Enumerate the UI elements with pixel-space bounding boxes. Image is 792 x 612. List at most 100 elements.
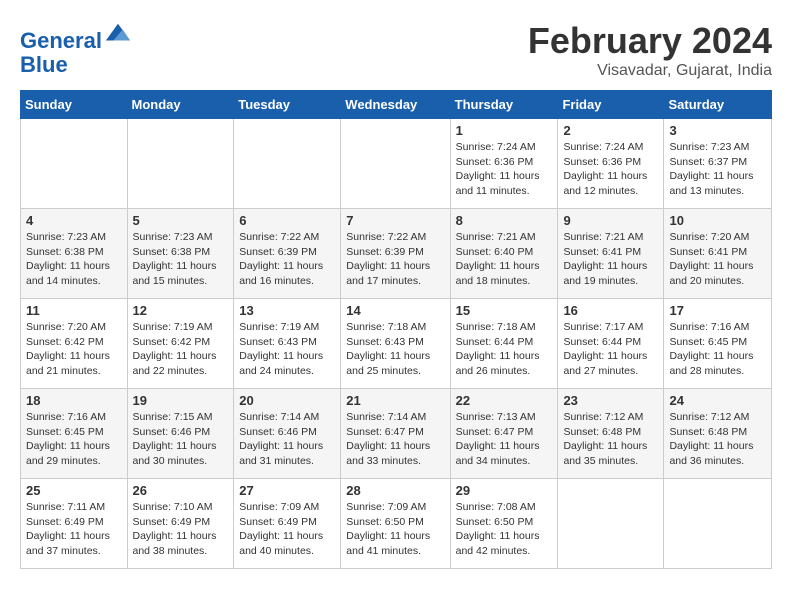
calendar-cell bbox=[664, 479, 772, 569]
calendar-cell: 15 Sunrise: 7:18 AMSunset: 6:44 PMDayligh… bbox=[450, 299, 558, 389]
day-number: 24 bbox=[669, 393, 766, 408]
day-number: 20 bbox=[239, 393, 335, 408]
day-number: 19 bbox=[133, 393, 229, 408]
calendar-week-4: 18Sunrise: 7:16 AMSunset: 6:45 PMDayligh… bbox=[21, 389, 772, 479]
day-info: Sunrise: 7:09 AMSunset: 6:49 PMDaylight:… bbox=[239, 500, 335, 559]
day-number: 25 bbox=[26, 483, 122, 498]
calendar-cell: 28 Sunrise: 7:09 AMSunset: 6:50 PMDayligh… bbox=[341, 479, 450, 569]
calendar-cell bbox=[21, 119, 128, 209]
header-saturday: Saturday bbox=[664, 91, 772, 119]
calendar-cell bbox=[127, 119, 234, 209]
day-info: Sunrise: 7:22 AMSunset: 6:39 PMDaylight:… bbox=[239, 230, 335, 289]
day-number: 13 bbox=[239, 303, 335, 318]
page-header: General Blue February 2024 Visavadar, Gu… bbox=[20, 20, 772, 80]
calendar-cell bbox=[558, 479, 664, 569]
day-number: 5 bbox=[133, 213, 229, 228]
day-info: Sunrise: 7:19 AMSunset: 6:42 PMDaylight:… bbox=[133, 320, 229, 379]
day-info: Sunrise: 7:20 AMSunset: 6:41 PMDaylight:… bbox=[669, 230, 766, 289]
day-number: 17 bbox=[669, 303, 766, 318]
calendar-cell: 20 Sunrise: 7:14 AMSunset: 6:46 PMDayligh… bbox=[234, 389, 341, 479]
calendar-table: Sunday Monday Tuesday Wednesday Thursday… bbox=[20, 90, 772, 569]
calendar-cell: 12 Sunrise: 7:19 AMSunset: 6:42 PMDayligh… bbox=[127, 299, 234, 389]
day-number: 7 bbox=[346, 213, 444, 228]
day-info: Sunrise: 7:18 AMSunset: 6:44 PMDaylight:… bbox=[456, 320, 553, 379]
header-tuesday: Tuesday bbox=[234, 91, 341, 119]
day-info: Sunrise: 7:13 AMSunset: 6:47 PMDaylight:… bbox=[456, 410, 553, 469]
calendar-cell: 11 Sunrise: 7:20 AMSunset: 6:42 PMDayligh… bbox=[21, 299, 128, 389]
day-info: Sunrise: 7:21 AMSunset: 6:41 PMDaylight:… bbox=[563, 230, 658, 289]
day-number: 15 bbox=[456, 303, 553, 318]
calendar-cell: 25 Sunrise: 7:11 AMSunset: 6:49 PMDayligh… bbox=[21, 479, 128, 569]
header-sunday: Sunday bbox=[21, 91, 128, 119]
day-number: 28 bbox=[346, 483, 444, 498]
header-friday: Friday bbox=[558, 91, 664, 119]
day-info: Sunrise: 7:22 AMSunset: 6:39 PMDaylight:… bbox=[346, 230, 444, 289]
day-number: 12 bbox=[133, 303, 229, 318]
day-info: Sunrise: 7:12 AMSunset: 6:48 PMDaylight:… bbox=[669, 410, 766, 469]
day-info: Sunrise: 7:19 AMSunset: 6:43 PMDaylight:… bbox=[239, 320, 335, 379]
logo-icon bbox=[104, 20, 132, 48]
day-info: Sunrise: 7:18 AMSunset: 6:43 PMDaylight:… bbox=[346, 320, 444, 379]
day-number: 10 bbox=[669, 213, 766, 228]
calendar-cell: 7 Sunrise: 7:22 AMSunset: 6:39 PMDaylight… bbox=[341, 209, 450, 299]
day-info: Sunrise: 7:08 AMSunset: 6:50 PMDaylight:… bbox=[456, 500, 553, 559]
location: Visavadar, Gujarat, India bbox=[528, 62, 772, 80]
calendar-cell: 16 Sunrise: 7:17 AMSunset: 6:44 PMDayligh… bbox=[558, 299, 664, 389]
calendar-cell: 2Sunrise: 7:24 AMSunset: 6:36 PMDaylight… bbox=[558, 119, 664, 209]
calendar-cell: 26 Sunrise: 7:10 AMSunset: 6:49 PMDayligh… bbox=[127, 479, 234, 569]
day-number: 22 bbox=[456, 393, 553, 408]
header-monday: Monday bbox=[127, 91, 234, 119]
calendar-week-2: 4 Sunrise: 7:23 AMSunset: 6:38 PMDaylight… bbox=[21, 209, 772, 299]
calendar-week-3: 11 Sunrise: 7:20 AMSunset: 6:42 PMDayligh… bbox=[21, 299, 772, 389]
day-info: Sunrise: 7:24 AMSunset: 6:36 PMDaylight:… bbox=[563, 140, 658, 199]
calendar-cell bbox=[341, 119, 450, 209]
day-number: 8 bbox=[456, 213, 553, 228]
calendar-cell: 22 Sunrise: 7:13 AMSunset: 6:47 PMDayligh… bbox=[450, 389, 558, 479]
day-number: 29 bbox=[456, 483, 553, 498]
day-info: Sunrise: 7:15 AMSunset: 6:46 PMDaylight:… bbox=[133, 410, 229, 469]
day-info: Sunrise: 7:10 AMSunset: 6:49 PMDaylight:… bbox=[133, 500, 229, 559]
day-number: 4 bbox=[26, 213, 122, 228]
month-title: February 2024 bbox=[528, 20, 772, 62]
calendar-week-1: 1Sunrise: 7:24 AMSunset: 6:36 PMDaylight… bbox=[21, 119, 772, 209]
day-number: 11 bbox=[26, 303, 122, 318]
calendar-body: 1Sunrise: 7:24 AMSunset: 6:36 PMDaylight… bbox=[21, 119, 772, 569]
day-info: Sunrise: 7:11 AMSunset: 6:49 PMDaylight:… bbox=[26, 500, 122, 559]
calendar-cell: 13 Sunrise: 7:19 AMSunset: 6:43 PMDayligh… bbox=[234, 299, 341, 389]
header-thursday: Thursday bbox=[450, 91, 558, 119]
calendar-cell: 29 Sunrise: 7:08 AMSunset: 6:50 PMDayligh… bbox=[450, 479, 558, 569]
calendar-cell: 23Sunrise: 7:12 AMSunset: 6:48 PMDayligh… bbox=[558, 389, 664, 479]
day-info: Sunrise: 7:14 AMSunset: 6:47 PMDaylight:… bbox=[346, 410, 444, 469]
day-info: Sunrise: 7:09 AMSunset: 6:50 PMDaylight:… bbox=[346, 500, 444, 559]
header-wednesday: Wednesday bbox=[341, 91, 450, 119]
calendar-week-5: 25 Sunrise: 7:11 AMSunset: 6:49 PMDayligh… bbox=[21, 479, 772, 569]
day-info: Sunrise: 7:16 AMSunset: 6:45 PMDaylight:… bbox=[26, 410, 122, 469]
day-number: 3 bbox=[669, 123, 766, 138]
calendar-cell: 3 Sunrise: 7:23 AMSunset: 6:37 PMDaylight… bbox=[664, 119, 772, 209]
calendar-cell bbox=[234, 119, 341, 209]
day-info: Sunrise: 7:16 AMSunset: 6:45 PMDaylight:… bbox=[669, 320, 766, 379]
day-number: 14 bbox=[346, 303, 444, 318]
day-number: 26 bbox=[133, 483, 229, 498]
day-number: 6 bbox=[239, 213, 335, 228]
day-info: Sunrise: 7:23 AMSunset: 6:37 PMDaylight:… bbox=[669, 140, 766, 199]
logo-text: General Blue bbox=[20, 20, 132, 77]
calendar-cell: 14 Sunrise: 7:18 AMSunset: 6:43 PMDayligh… bbox=[341, 299, 450, 389]
calendar-cell: 1Sunrise: 7:24 AMSunset: 6:36 PMDaylight… bbox=[450, 119, 558, 209]
day-number: 16 bbox=[563, 303, 658, 318]
day-info: Sunrise: 7:21 AMSunset: 6:40 PMDaylight:… bbox=[456, 230, 553, 289]
day-info: Sunrise: 7:23 AMSunset: 6:38 PMDaylight:… bbox=[26, 230, 122, 289]
calendar-cell: 17 Sunrise: 7:16 AMSunset: 6:45 PMDayligh… bbox=[664, 299, 772, 389]
calendar-cell: 24 Sunrise: 7:12 AMSunset: 6:48 PMDayligh… bbox=[664, 389, 772, 479]
day-info: Sunrise: 7:20 AMSunset: 6:42 PMDaylight:… bbox=[26, 320, 122, 379]
day-info: Sunrise: 7:24 AMSunset: 6:36 PMDaylight:… bbox=[456, 140, 553, 199]
calendar-cell: 6 Sunrise: 7:22 AMSunset: 6:39 PMDaylight… bbox=[234, 209, 341, 299]
day-number: 27 bbox=[239, 483, 335, 498]
day-info: Sunrise: 7:17 AMSunset: 6:44 PMDaylight:… bbox=[563, 320, 658, 379]
day-number: 9 bbox=[563, 213, 658, 228]
day-info: Sunrise: 7:14 AMSunset: 6:46 PMDaylight:… bbox=[239, 410, 335, 469]
day-info: Sunrise: 7:12 AMSunset: 6:48 PMDaylight:… bbox=[563, 410, 658, 469]
calendar-cell: 10 Sunrise: 7:20 AMSunset: 6:41 PMDayligh… bbox=[664, 209, 772, 299]
calendar-cell: 9 Sunrise: 7:21 AMSunset: 6:41 PMDaylight… bbox=[558, 209, 664, 299]
calendar-cell: 19 Sunrise: 7:15 AMSunset: 6:46 PMDayligh… bbox=[127, 389, 234, 479]
